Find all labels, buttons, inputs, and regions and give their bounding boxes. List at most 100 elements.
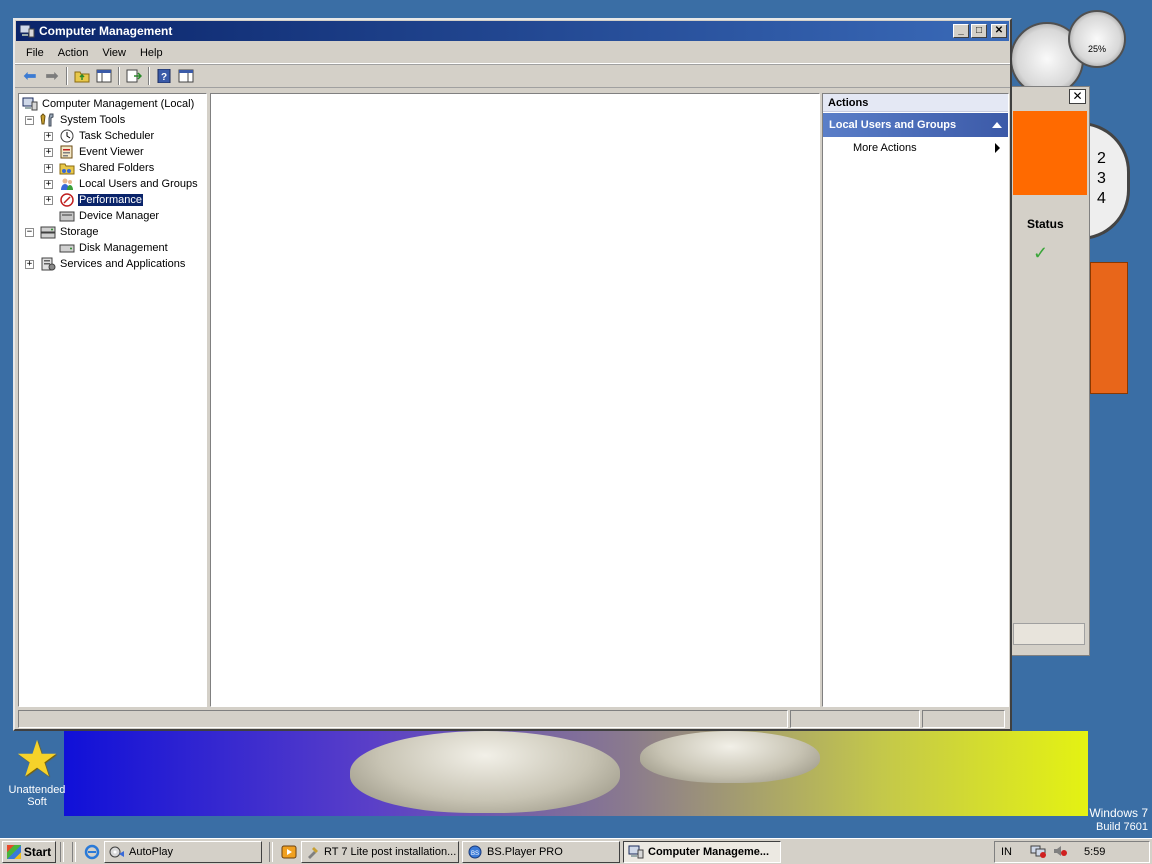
menu-file[interactable]: File [19, 45, 51, 61]
menu-view[interactable]: View [95, 45, 133, 61]
tree-item-storage[interactable]: − Storage [25, 224, 100, 240]
taskbar-button-rt7lite[interactable]: RT 7 Lite post installation... [301, 840, 459, 863]
tree-item-event-viewer[interactable]: + Event Viewer [44, 144, 145, 160]
status-cell [790, 710, 920, 728]
menu-action[interactable]: Action [51, 45, 96, 61]
tree-label: Shared Folders [79, 162, 155, 174]
close-icon[interactable]: ✕ [1069, 89, 1086, 104]
tree-item-shared-folders[interactable]: + Shared Folders [44, 160, 155, 176]
window-title: Computer Management [39, 24, 173, 38]
desktop-icon-unattended-soft[interactable]: ★ Unattended Soft [4, 734, 70, 808]
tree-label: Event Viewer [79, 146, 144, 158]
forward-arrow-icon[interactable]: ➡ [41, 66, 63, 86]
tree-item-task-scheduler[interactable]: + Task Scheduler [44, 128, 155, 144]
tree-label: Local Users and Groups [79, 178, 198, 190]
language-indicator[interactable]: IN [1001, 846, 1012, 858]
expand-toggle[interactable]: + [44, 179, 53, 189]
start-button[interactable]: Start [2, 840, 56, 863]
taskbar-button-label: BS.Player PRO [487, 845, 563, 858]
expand-toggle[interactable]: + [44, 163, 53, 173]
results-pane[interactable] [210, 93, 820, 707]
toolbar-separator [118, 67, 120, 85]
computer-management-icon [22, 97, 38, 111]
status-bar [18, 710, 1009, 728]
help-icon[interactable]: ? [153, 66, 175, 86]
toolbar: ⬅ ➡ ? [15, 64, 1010, 88]
performance-icon [59, 193, 75, 207]
actions-section-local-users[interactable]: Local Users and Groups [823, 113, 1008, 137]
collapse-toggle[interactable]: − [25, 115, 34, 125]
maximize-button[interactable]: □ [971, 24, 987, 38]
calendar-gadget[interactable] [1090, 262, 1128, 394]
tree-item-computer-management[interactable]: Computer Management (Local) [22, 96, 195, 112]
collapse-arrow-icon[interactable] [992, 122, 1002, 128]
expand-toggle[interactable]: + [44, 195, 53, 205]
taskbar-button-label: RT 7 Lite post installation... [324, 845, 457, 858]
device-manager-icon [59, 209, 75, 223]
shared-folder-icon [59, 161, 75, 175]
tree-label: Services and Applications [60, 258, 186, 270]
status-cell [922, 710, 1005, 728]
up-folder-icon[interactable] [71, 66, 93, 86]
svg-text:?: ? [161, 72, 167, 83]
svg-text:BS: BS [471, 851, 479, 857]
event-viewer-icon [59, 145, 75, 159]
show-hide-console-tree-icon[interactable] [93, 66, 115, 86]
status-header: Status [1027, 217, 1064, 231]
clock[interactable]: 5:59 [1084, 846, 1105, 858]
tree-item-device-manager[interactable]: Device Manager [59, 208, 160, 224]
tree-label: Storage [60, 226, 99, 238]
tree-item-local-users-and-groups[interactable]: + Local Users and Groups [44, 176, 199, 192]
internet-explorer-icon[interactable] [82, 842, 102, 862]
services-icon [40, 257, 56, 271]
tree-item-disk-management[interactable]: Disk Management [59, 240, 169, 256]
windows-logo-icon [6, 844, 21, 859]
network-icon[interactable] [1030, 844, 1046, 860]
background-window[interactable]: ✕ Status ✓ [1000, 86, 1090, 656]
taskbar-button-computer-management[interactable]: Computer Manageme... [623, 840, 781, 863]
storage-icon [40, 225, 56, 239]
tree-item-system-tools[interactable]: − System Tools [25, 112, 126, 128]
status-cell [18, 710, 788, 728]
clock-icon [59, 129, 75, 143]
system-tray: IN 5:59 [994, 841, 1150, 863]
taskbar-button-autoplay[interactable]: AutoPlay [104, 840, 262, 863]
show-hide-action-pane-icon[interactable] [175, 66, 197, 86]
tree-label: Performance [77, 193, 144, 207]
title-bar[interactable]: Computer Management _ □ ✕ [16, 21, 1009, 41]
more-actions-item[interactable]: More Actions [823, 137, 1008, 159]
expand-toggle[interactable]: + [44, 131, 53, 141]
autoplay-icon [109, 844, 125, 860]
export-list-icon[interactable] [123, 66, 145, 86]
taskbar-button-bsplayer[interactable]: BS BS.Player PRO [462, 840, 620, 863]
expand-toggle[interactable]: + [44, 147, 53, 157]
memory-gauge-gadget[interactable]: 25% [1068, 10, 1126, 68]
background-banner [1013, 111, 1087, 195]
tree-item-services-and-applications[interactable]: + Services and Applications [25, 256, 186, 272]
media-player-icon[interactable] [279, 842, 299, 862]
disk-management-icon [59, 241, 75, 255]
star-icon: ★ [14, 731, 60, 787]
clock-digit: 2 [1097, 150, 1106, 167]
volume-muted-icon[interactable] [1052, 844, 1068, 860]
bsplayer-icon: BS [467, 844, 483, 860]
back-arrow-icon[interactable]: ⬅ [19, 66, 41, 86]
desktop-icon-label: Soft [27, 796, 47, 808]
start-label: Start [23, 844, 52, 859]
desktop-icon-label: Unattended [8, 784, 66, 796]
minimize-button[interactable]: _ [953, 24, 969, 38]
taskbar-separator [269, 841, 273, 862]
brand-title: Windows 7 [1089, 806, 1148, 820]
computer-management-window: Computer Management _ □ ✕ File Action Vi… [13, 18, 1012, 731]
tree-label: Device Manager [79, 210, 160, 222]
wallpaper-shoe [350, 731, 620, 813]
menu-help[interactable]: Help [133, 45, 170, 61]
background-button[interactable] [1013, 623, 1085, 645]
close-button[interactable]: ✕ [991, 24, 1007, 38]
actions-pane: Actions Local Users and Groups More Acti… [822, 93, 1009, 707]
collapse-toggle[interactable]: − [25, 227, 34, 237]
menu-bar: File Action View Help [15, 42, 1010, 64]
actions-section-label: Local Users and Groups [829, 119, 957, 131]
tree-item-performance[interactable]: + Performance [44, 192, 144, 208]
expand-toggle[interactable]: + [25, 259, 34, 269]
